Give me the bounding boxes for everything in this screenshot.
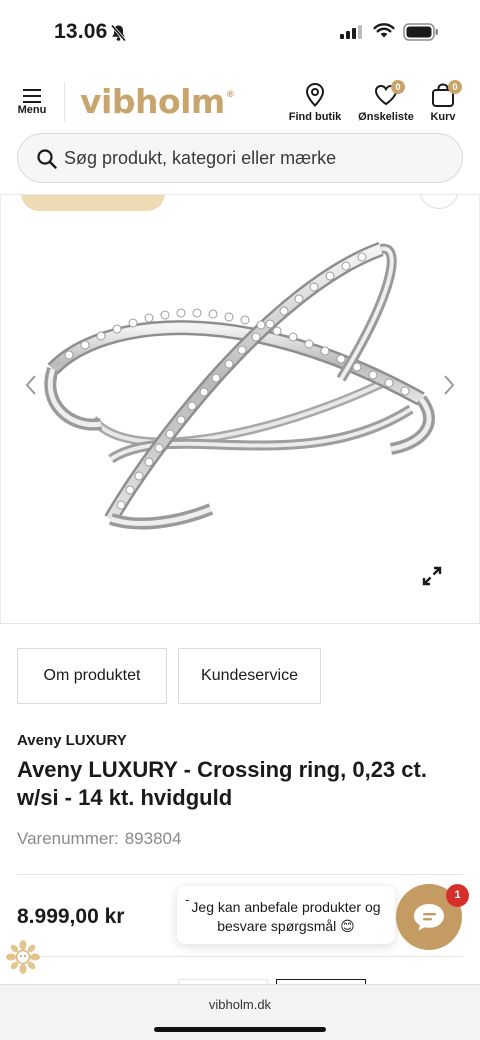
wishlist-count-badge: 0 xyxy=(391,80,405,94)
hamburger-icon xyxy=(23,89,41,103)
menu-label: Menu xyxy=(17,104,47,116)
menu-button[interactable]: Menu xyxy=(12,84,52,124)
product-sku: Varenummer: 893804 xyxy=(17,829,181,849)
expand-icon[interactable] xyxy=(421,565,443,587)
cart-label: Kurv xyxy=(430,111,456,123)
find-store-label: Find butik xyxy=(288,111,342,123)
url-text[interactable]: vibholm.dk xyxy=(0,997,480,1012)
heart-icon: 0 xyxy=(373,80,405,108)
product-image xyxy=(44,241,435,530)
favorite-button[interactable] xyxy=(419,195,459,209)
cart-button[interactable]: 0 Kurv xyxy=(426,80,462,123)
product-brand[interactable]: Aveny LUXURY xyxy=(17,732,127,749)
search-icon xyxy=(37,149,57,169)
site-header: Menu vibholm® Find butik 0 Ønskeliste 0 xyxy=(0,78,480,126)
sku-label: Varenummer: xyxy=(17,829,119,848)
chevron-right-icon[interactable] xyxy=(441,373,457,397)
site-logo[interactable]: vibholm® xyxy=(80,82,235,121)
search-placeholder: Søg produkt, kategori eller mærke xyxy=(64,148,337,168)
browser-address-bar[interactable]: vibholm.dk xyxy=(0,984,480,1040)
wifi-icon xyxy=(373,22,395,44)
product-badge-pill xyxy=(21,195,165,211)
find-store-button[interactable]: Find butik xyxy=(286,82,344,123)
battery-icon xyxy=(403,23,439,46)
bag-icon: 0 xyxy=(430,80,462,108)
chat-prompt-bubble[interactable]: - Jeg kan anbefale produkter og besvare … xyxy=(177,886,395,944)
chat-dismiss-button[interactable]: - xyxy=(185,890,190,909)
sku-value: 893804 xyxy=(124,829,182,848)
status-time: 13.06 xyxy=(54,20,108,43)
location-pin-icon xyxy=(304,82,326,108)
bell-slash-icon xyxy=(110,24,127,47)
header-divider xyxy=(64,82,65,122)
wishlist-button[interactable]: 0 Ønskeliste xyxy=(356,80,416,123)
home-indicator xyxy=(154,1027,326,1032)
search-input[interactable]: Søg produkt, kategori eller mærke xyxy=(17,133,463,183)
chevron-left-icon[interactable] xyxy=(23,373,39,397)
divider xyxy=(17,874,463,875)
product-gallery[interactable] xyxy=(0,194,480,624)
divider xyxy=(17,956,463,957)
tab-about-product[interactable]: Om produktet xyxy=(17,648,167,704)
wishlist-label: Ønskeliste xyxy=(358,111,414,123)
chat-icon xyxy=(414,904,444,931)
product-price: 8.999,00 kr xyxy=(17,905,125,928)
logo-registered-mark: ® xyxy=(225,90,235,100)
chat-prompt-text: Jeg kan anbefale produkter og besvare sp… xyxy=(191,899,381,934)
chat-notification-badge: 1 xyxy=(446,884,469,907)
tab-customer-service[interactable]: Kundeservice xyxy=(178,648,321,704)
product-title: Aveny LUXURY - Crossing ring, 0,23 ct. w… xyxy=(17,757,427,810)
logo-text: vibholm xyxy=(80,82,225,121)
signal-icon xyxy=(340,25,364,44)
cart-count-badge: 0 xyxy=(448,80,462,94)
status-bar: 13.06 xyxy=(0,0,480,64)
leaf-badge-icon[interactable] xyxy=(6,940,40,974)
